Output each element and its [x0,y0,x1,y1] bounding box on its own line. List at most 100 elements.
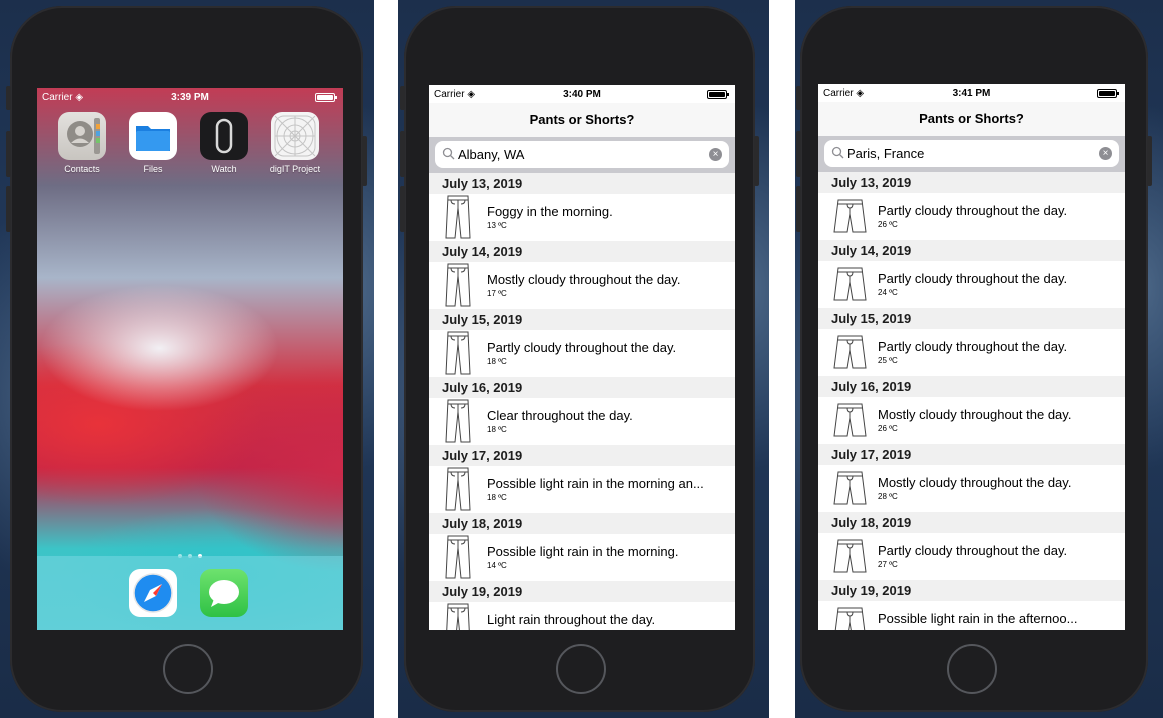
forecast-row[interactable]: Clear throughout the day. 18 ºC [429,398,735,445]
forecast-temperature: 18 ºC [487,425,507,434]
watch-app[interactable] [200,112,248,160]
date-section-header: July 18, 2019 [818,512,1125,533]
files-label: Files [143,164,163,174]
volume-up-button[interactable] [796,131,801,177]
volume-up-button[interactable] [400,131,405,177]
contacts-icon [67,118,100,154]
forecast-temperature: 26 ºC [878,220,898,229]
forecast-row[interactable]: Partly cloudy throughout the day. 18 ºC [429,330,735,377]
forecast-temperature: 27 ºC [878,560,898,569]
contacts-app[interactable] [58,112,106,160]
forecast-temperature: 28 ºC [878,492,898,501]
battery-icon [315,93,337,102]
messages-icon [209,580,239,607]
forecast-temperature: 17 ºC [487,289,507,298]
status-time: 3:41 PM [952,88,991,99]
mute-switch[interactable] [6,86,11,110]
nav-title: Pants or Shorts? [919,111,1024,126]
navigation-bar: Pants or Shorts? [429,103,735,137]
iphone-frame-2: Carrier ◈ 3:40 PM Pants or Shorts? × Jul… [400,6,759,712]
pants-icon [443,398,473,444]
forecast-summary: Light rain throughout the day. [487,612,656,627]
forecast-list[interactable]: July 13, 2019 Partly cloudy throughout th… [818,172,1125,630]
power-button[interactable] [754,136,759,186]
forecast-list[interactable]: July 13, 2019 Foggy in the morning. 13 ºC J… [429,173,735,630]
forecast-summary: Partly cloudy throughout the day. [878,339,1068,354]
forecast-summary: Possible light rain in the morning an... [487,476,704,491]
date-section-header: July 17, 2019 [429,445,735,466]
forecast-row[interactable]: Possible light rain in the morning. 14 ºC [429,534,735,581]
forecast-row[interactable]: Mostly cloudy throughout the day. 17 ºC [429,262,735,309]
date-section-header: July 13, 2019 [429,173,735,194]
volume-down-button[interactable] [6,186,11,232]
date-section-header: July 19, 2019 [429,581,735,602]
forecast-row[interactable]: Partly cloudy throughout the day. 25 ºC [818,329,1125,376]
home-button[interactable] [947,644,997,694]
location-search-input[interactable] [458,144,678,165]
status-bar: Carrier ◈ 3:39 PM [37,88,343,106]
clear-icon[interactable]: × [1099,147,1112,160]
digit-project-app[interactable] [271,112,319,160]
forecast-summary: Mostly cloudy throughout the day. [878,407,1072,422]
shorts-icon [832,536,867,582]
forecast-summary: Clear throughout the day. [487,408,633,423]
forecast-temperature: 24 ºC [878,288,898,297]
forecast-row[interactable]: Light rain throughout the day. [429,602,735,630]
iphone-frame-3: Carrier ◈ 3:41 PM Pants or Shorts? × Jul… [796,6,1152,712]
navigation-bar: Pants or Shorts? [818,102,1125,136]
nav-title: Pants or Shorts? [529,112,635,127]
forecast-row[interactable]: Partly cloudy throughout the day. 27 ºC [818,533,1125,580]
search-bar: × [429,137,735,173]
search-icon [831,146,844,159]
iphone-frame-1: Carrier ◈ 3:39 PM Contacts Files Watch d… [6,6,367,712]
volume-down-button[interactable] [400,186,405,232]
forecast-summary: Partly cloudy throughout the day. [487,340,677,355]
watch-label: Watch [211,164,237,174]
forecast-summary: Partly cloudy throughout the day. [878,203,1068,218]
search-bar: × [818,136,1125,172]
forecast-temperature: 18 ºC [487,493,507,502]
forecast-row[interactable]: Possible light rain in the afternoo... [818,601,1125,630]
location-search-input[interactable] [847,143,1067,164]
files-icon [136,126,170,151]
status-time: 3:39 PM [171,92,209,103]
status-bar: Carrier ◈ 3:40 PM [429,85,735,103]
date-section-header: July 16, 2019 [429,377,735,398]
messages-app[interactable] [200,569,248,617]
search-icon [442,147,455,160]
battery-icon [1097,89,1119,98]
forecast-row[interactable]: Possible light rain in the morning an...… [429,466,735,513]
safari-app[interactable] [129,569,177,617]
pants-icon [443,262,473,308]
forecast-row[interactable]: Partly cloudy throughout the day. 24 ºC [818,261,1125,308]
status-time: 3:40 PM [563,89,601,100]
mute-switch[interactable] [796,86,801,110]
digit-project-label: digIT Project [269,164,321,174]
files-app[interactable] [129,112,177,160]
pants-icon [443,330,473,376]
home-button[interactable] [556,644,606,694]
forecast-row[interactable]: Foggy in the morning. 13 ºC [429,194,735,241]
search-field[interactable]: × [824,140,1119,167]
volume-up-button[interactable] [6,131,11,177]
shorts-icon [832,196,867,242]
forecast-row[interactable]: Mostly cloudy throughout the day. 26 ºC [818,397,1125,444]
contacts-label: Contacts [64,164,100,174]
pants-icon [443,466,473,512]
power-button[interactable] [362,136,367,186]
search-field[interactable]: × [435,141,729,168]
safari-icon [133,573,173,613]
mute-switch[interactable] [400,86,405,110]
forecast-summary: Possible light rain in the afternoo... [878,611,1078,626]
date-section-header: July 19, 2019 [818,580,1125,601]
pants-icon [443,602,473,630]
volume-down-button[interactable] [796,186,801,232]
forecast-summary: Partly cloudy throughout the day. [878,271,1068,286]
clear-icon[interactable]: × [709,148,722,161]
power-button[interactable] [1147,136,1152,186]
forecast-row[interactable]: Mostly cloudy throughout the day. 28 ºC [818,465,1125,512]
status-bar: Carrier ◈ 3:41 PM [818,84,1125,102]
home-button[interactable] [163,644,213,694]
forecast-row[interactable]: Partly cloudy throughout the day. 26 ºC [818,193,1125,240]
forecast-summary: Partly cloudy throughout the day. [878,543,1068,558]
